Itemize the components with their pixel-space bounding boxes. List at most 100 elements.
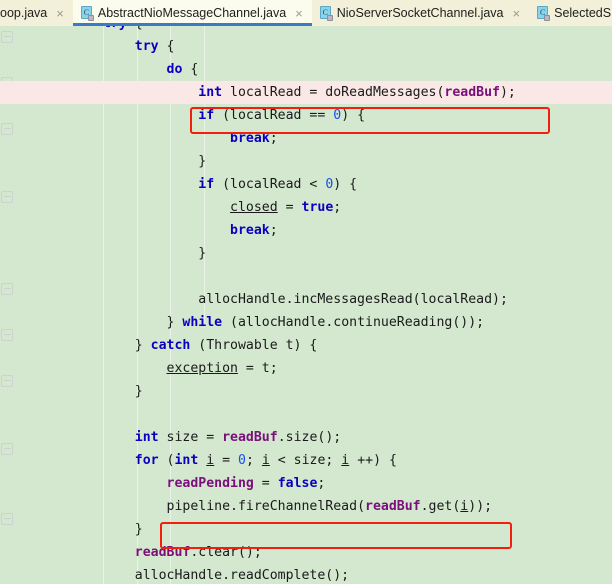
editor-tab-label: NioServerSocketChannel.java: [336, 6, 504, 20]
code-token: 0: [238, 453, 246, 468]
code-token: i: [261, 453, 270, 468]
code-line[interactable]: for (int i = 0; i < size; i ++) {: [0, 449, 612, 472]
code-line-text: if (localRead == 0) {: [198, 104, 365, 127]
code-line[interactable]: } catch (Throwable t) {: [0, 334, 612, 357]
code-token: readBuf: [134, 545, 191, 560]
code-line-text: pipeline.fireChannelRead(readBuf.get(i))…: [167, 495, 493, 518]
code-line[interactable]: readPending = false;: [0, 472, 612, 495]
code-token: exception: [166, 361, 238, 376]
code-token: .clear();: [190, 545, 262, 560]
code-token: break: [230, 131, 270, 146]
code-token: pipeline.fireChannelRead(: [166, 499, 366, 514]
code-line[interactable]: exception = t;: [0, 357, 612, 380]
code-token: = t;: [237, 361, 278, 376]
code-token: ;: [269, 223, 278, 238]
editor-tab-label: SelectedS: [554, 6, 612, 20]
code-token: =: [253, 476, 278, 491]
code-line[interactable]: do {: [0, 58, 612, 81]
code-token: int: [174, 453, 199, 468]
close-icon[interactable]: ×: [56, 7, 64, 20]
code-token: ) {: [333, 177, 358, 192]
code-token: readBuf: [444, 85, 500, 100]
code-line[interactable]: readBuf.clear();: [0, 541, 612, 564]
code-line-text: int localRead = doReadMessages(readBuf);: [198, 81, 516, 104]
code-line[interactable]: closed = true;: [0, 196, 612, 219]
code-line-text: readBuf.clear();: [135, 541, 262, 564]
code-token: readBuf: [365, 499, 421, 514]
code-line-text: } catch (Throwable t) {: [135, 334, 318, 357]
editor-tab-label: AbstractNioMessageChannel.java: [97, 6, 287, 20]
code-line[interactable]: break;: [0, 127, 612, 150]
code-line-text: if (localRead < 0) {: [198, 173, 357, 196]
editor-tab-1[interactable]: C AbstractNioMessageChannel.java ×: [72, 0, 312, 26]
editor-tab-3[interactable]: C SelectedS: [529, 0, 612, 26]
code-line[interactable]: }: [0, 242, 612, 265]
code-token: false: [277, 476, 318, 491]
code-line[interactable]: int localRead = doReadMessages(readBuf);: [0, 81, 612, 104]
code-line-text: }: [198, 150, 206, 173]
editor-tab-bar: oop.java × C AbstractNioMessageChannel.java…: [0, 0, 612, 26]
code-line[interactable]: int size = readBuf.size();: [0, 426, 612, 449]
code-line-text: }: [135, 518, 143, 541]
code-token: =: [214, 453, 239, 468]
code-line-text: for (int i = 0; i < size; i ++) {: [135, 449, 397, 472]
code-line[interactable]: if (localRead == 0) {: [0, 104, 612, 127]
code-token: ) {: [341, 108, 366, 123]
code-token: ;: [245, 453, 262, 468]
code-line[interactable]: break;: [0, 219, 612, 242]
close-icon[interactable]: ×: [513, 7, 521, 20]
code-line-text: do {: [167, 58, 199, 81]
code-token: int: [134, 430, 159, 445]
code-line[interactable]: allocHandle.incMessagesRead(localRead);: [0, 288, 612, 311]
code-line-text: exception = t;: [167, 357, 278, 380]
code-line[interactable]: allocHandle.readComplete();: [0, 564, 612, 584]
code-token: break: [230, 223, 270, 238]
code-token: }: [166, 315, 183, 330]
code-line-text: allocHandle.incMessagesRead(localRead);: [198, 288, 508, 311]
code-line-text: int size = readBuf.size();: [135, 426, 341, 449]
code-token: allocHandle.readComplete();: [134, 568, 350, 583]
code-token: );: [499, 85, 516, 100]
code-token: try: [134, 39, 159, 54]
code-line-text: try {: [135, 35, 175, 58]
code-token: .size();: [277, 430, 342, 445]
code-line[interactable]: } while (allocHandle.continueReading());: [0, 311, 612, 334]
code-token: {: [158, 39, 175, 54]
code-line-text: closed = true;: [230, 196, 341, 219]
code-line[interactable]: }: [0, 380, 612, 403]
code-token: }: [134, 522, 143, 537]
code-line-text: break;: [230, 127, 278, 150]
code-token: }: [198, 154, 207, 169]
code-token: .get(: [420, 499, 461, 514]
code-token: readPending: [166, 476, 254, 491]
code-token: if: [198, 108, 215, 123]
code-line-text: } while (allocHandle.continueReading());: [167, 311, 485, 334]
close-icon[interactable]: ×: [295, 7, 303, 20]
code-token: ;: [269, 131, 278, 146]
code-line[interactable]: [0, 265, 612, 288]
code-token: {: [182, 62, 199, 77]
code-token: do: [166, 62, 183, 77]
code-line[interactable]: if (localRead < 0) {: [0, 173, 612, 196]
code-line[interactable]: [0, 403, 612, 426]
code-token: (: [158, 453, 175, 468]
code-token: (allocHandle.continueReading());: [222, 315, 485, 330]
code-token: }: [198, 246, 207, 261]
editor-tab-2[interactable]: C NioServerSocketChannel.java ×: [311, 0, 530, 26]
code-line[interactable]: }: [0, 518, 612, 541]
code-line[interactable]: }: [0, 150, 612, 173]
code-line-text: }: [198, 242, 206, 265]
java-class-icon: C: [319, 6, 333, 21]
code-line-text: allocHandle.readComplete();: [135, 564, 349, 584]
editor-tab-0[interactable]: oop.java ×: [0, 0, 73, 26]
code-token: ++) {: [349, 453, 397, 468]
code-line[interactable]: pipeline.fireChannelRead(readBuf.get(i))…: [0, 495, 612, 518]
code-token: closed: [230, 200, 278, 215]
code-editor-pane[interactable]: try {try {do {int localRead = doReadMess…: [0, 23, 612, 584]
code-token: }: [134, 338, 151, 353]
code-content[interactable]: try {try {do {int localRead = doReadMess…: [0, 23, 612, 584]
editor-window: oop.java × C AbstractNioMessageChannel.java…: [0, 0, 612, 584]
code-line[interactable]: try {: [0, 35, 612, 58]
java-class-icon: C: [537, 6, 551, 21]
code-token: }: [134, 384, 143, 399]
